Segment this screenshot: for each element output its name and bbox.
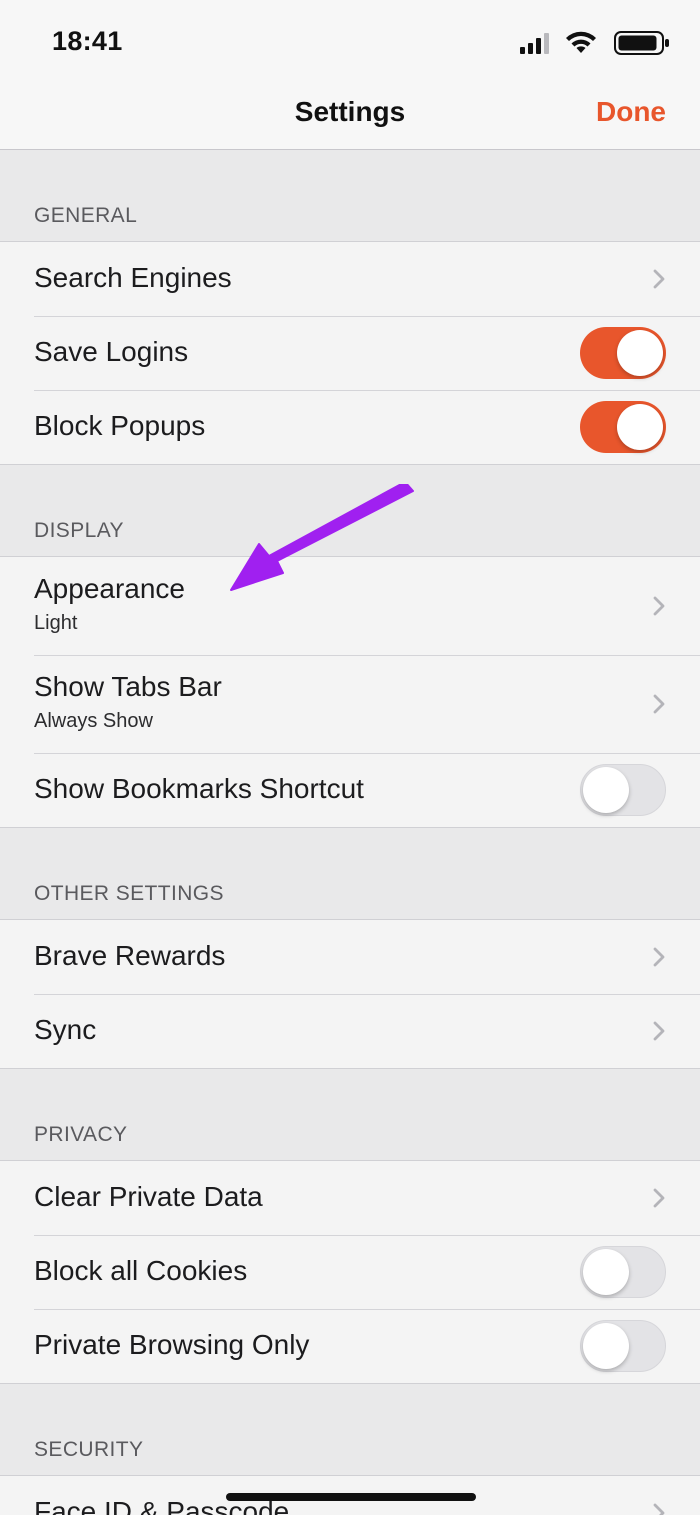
show-bookmarks-shortcut-toggle[interactable] (580, 764, 666, 816)
chevron-right-icon (653, 947, 665, 967)
row-label: Show Bookmarks Shortcut (34, 773, 364, 804)
navigation-bar: Settings Done (0, 80, 700, 150)
chevron-right-icon (653, 694, 665, 714)
home-indicator[interactable] (226, 1493, 476, 1501)
chevron-right-icon (653, 1021, 665, 1041)
section-header-privacy: PRIVACY (0, 1069, 700, 1161)
status-bar: 18:41 (0, 0, 700, 80)
row-label: Appearance (34, 573, 186, 604)
block-all-cookies-toggle[interactable] (580, 1246, 666, 1298)
clear-private-data-row[interactable]: Clear Private Data (0, 1161, 700, 1235)
status-time: 18:41 (52, 26, 123, 56)
section-header-general: GENERAL (0, 150, 700, 242)
chevron-right-icon (653, 596, 665, 616)
row-label: Private Browsing Only (34, 1329, 310, 1360)
section-header-label: OTHER SETTINGS (34, 882, 224, 905)
row-label: Block Popups (34, 410, 206, 441)
save-logins-toggle[interactable] (580, 327, 666, 379)
row-value: Always Show (34, 710, 153, 732)
done-button[interactable]: Done (596, 96, 666, 128)
chevron-right-icon (653, 1503, 665, 1515)
section-header-label: GENERAL (34, 204, 138, 227)
show-tabs-bar-row[interactable]: Show Tabs Bar Always Show (0, 655, 700, 753)
toggle-knob (617, 404, 663, 450)
toggle-knob (617, 330, 663, 376)
wifi-icon (566, 31, 596, 53)
annotation-arrow (230, 484, 414, 591)
block-popups-row: Block Popups (0, 390, 700, 464)
toggle-knob (583, 1323, 629, 1369)
row-label: Clear Private Data (34, 1181, 263, 1212)
row-label: Brave Rewards (34, 940, 226, 971)
battery-icon (614, 31, 669, 55)
section-general: Search Engines Save Logins Block Popups (0, 242, 700, 465)
row-value: Light (34, 612, 78, 634)
block-all-cookies-row: Block all Cookies (0, 1235, 700, 1309)
row-label: Search Engines (34, 262, 232, 293)
brave-rewards-row[interactable]: Brave Rewards (0, 920, 700, 994)
toggle-knob (583, 1249, 629, 1295)
section-header-other-settings: OTHER SETTINGS (0, 828, 700, 920)
chevron-right-icon (653, 1188, 665, 1208)
row-label: Save Logins (34, 336, 189, 367)
section-header-label: DISPLAY (34, 519, 124, 542)
sync-row[interactable]: Sync (0, 994, 700, 1068)
private-browsing-only-toggle[interactable] (580, 1320, 666, 1372)
section-other-settings: Brave Rewards Sync (0, 920, 700, 1069)
search-engines-row[interactable]: Search Engines (0, 242, 700, 316)
row-label: Sync (34, 1014, 97, 1045)
section-privacy: Clear Private Data Block all Cookies Pri… (0, 1161, 700, 1384)
section-header-security: SECURITY (0, 1384, 700, 1476)
private-browsing-only-row: Private Browsing Only (0, 1309, 700, 1383)
cellular-signal-icon (520, 33, 549, 54)
section-header-label: PRIVACY (34, 1123, 128, 1146)
chevron-right-icon (653, 269, 665, 289)
row-label: Show Tabs Bar (34, 671, 222, 702)
toggle-knob (583, 767, 629, 813)
show-bookmarks-shortcut-row: Show Bookmarks Shortcut (0, 753, 700, 827)
page-title: Settings (294, 96, 406, 127)
settings-list: GENERAL Search Engines Save Logins Block… (0, 150, 700, 1515)
section-header-label: SECURITY (34, 1438, 144, 1461)
save-logins-row: Save Logins (0, 316, 700, 390)
block-popups-toggle[interactable] (580, 401, 666, 453)
row-label: Block all Cookies (34, 1255, 248, 1286)
